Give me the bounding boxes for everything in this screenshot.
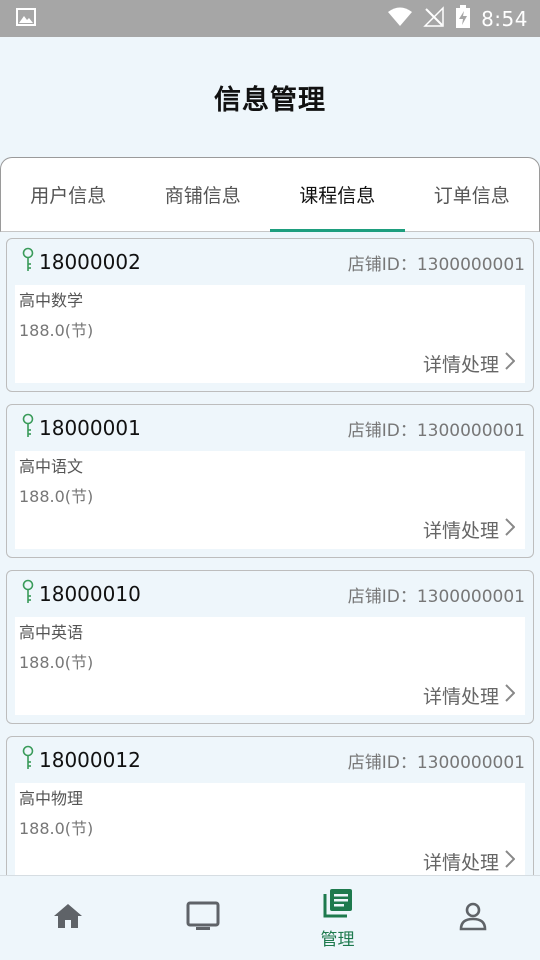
shop-id: 店铺ID：1300000001 xyxy=(347,420,525,441)
course-id: 18000002 xyxy=(39,250,141,274)
nav-label-manage: 管理 xyxy=(320,929,355,950)
page-header: 信息管理 xyxy=(0,37,540,157)
shop-id: 店铺ID：1300000001 xyxy=(347,254,525,275)
chevron-right-icon xyxy=(505,684,516,707)
tab-course-info[interactable]: 课程信息 xyxy=(270,158,405,232)
manage-icon xyxy=(322,887,354,923)
wifi-icon xyxy=(387,7,413,31)
detail-label: 详情处理 xyxy=(422,852,499,874)
bottom-nav: 管理 xyxy=(0,875,540,960)
tab-label: 商铺信息 xyxy=(164,185,241,207)
nav-home[interactable] xyxy=(0,876,135,960)
card-header: 18000012 店铺ID：1300000001 xyxy=(15,737,525,783)
person-icon xyxy=(458,901,488,935)
key-icon xyxy=(21,745,35,775)
course-card[interactable]: 18000012 店铺ID：1300000001 高中物理 188.0(节) 详… xyxy=(6,736,534,875)
nav-manage[interactable]: 管理 xyxy=(270,876,405,960)
shop-id: 店铺ID：1300000001 xyxy=(347,752,525,773)
nav-screen[interactable] xyxy=(135,876,270,960)
course-name: 高中英语 xyxy=(19,623,84,642)
course-name: 高中数学 xyxy=(19,291,84,310)
detail-label: 详情处理 xyxy=(422,686,499,708)
tab-user-info[interactable]: 用户信息 xyxy=(1,158,136,231)
status-bar: 8:54 xyxy=(0,0,540,37)
monitor-icon xyxy=(186,901,220,935)
key-icon xyxy=(21,413,35,443)
detail-label: 详情处理 xyxy=(422,520,499,542)
nav-profile[interactable] xyxy=(405,876,540,960)
tab-label: 用户信息 xyxy=(30,185,107,207)
tab-label: 课程信息 xyxy=(299,185,376,207)
chevron-right-icon xyxy=(505,518,516,541)
chevron-right-icon xyxy=(505,352,516,375)
course-price: 188.0(节) xyxy=(19,653,94,672)
tab-bar: 用户信息 商铺信息 课程信息 订单信息 xyxy=(0,157,540,232)
course-id: 18000010 xyxy=(39,582,141,606)
course-name: 高中物理 xyxy=(19,789,84,808)
card-header: 18000001 店铺ID：1300000001 xyxy=(15,405,525,451)
shop-id: 店铺ID：1300000001 xyxy=(347,586,525,607)
status-time: 8:54 xyxy=(481,6,528,31)
course-list[interactable]: 18000002 店铺ID：1300000001 高中数学 188.0(节) 详… xyxy=(0,232,540,875)
home-icon xyxy=(52,902,84,934)
detail-process-button[interactable]: 详情处理 xyxy=(422,848,516,875)
detail-label: 详情处理 xyxy=(422,354,499,376)
course-price: 188.0(节) xyxy=(19,487,94,506)
key-icon xyxy=(21,579,35,609)
chevron-right-icon xyxy=(505,850,516,873)
tab-label: 订单信息 xyxy=(433,185,510,207)
image-notification-icon xyxy=(16,7,36,30)
key-icon xyxy=(21,247,35,277)
detail-process-button[interactable]: 详情处理 xyxy=(422,682,516,709)
tab-order-info[interactable]: 订单信息 xyxy=(405,158,540,231)
course-price: 188.0(节) xyxy=(19,321,94,340)
course-id: 18000012 xyxy=(39,748,141,772)
course-id: 18000001 xyxy=(39,416,141,440)
tab-shop-info[interactable]: 商铺信息 xyxy=(136,158,271,231)
card-body: 高中语文 188.0(节) 详情处理 xyxy=(15,451,525,549)
no-signal-icon xyxy=(423,5,445,32)
card-header: 18000002 店铺ID：1300000001 xyxy=(15,239,525,285)
page-title: 信息管理 xyxy=(214,84,326,116)
detail-process-button[interactable]: 详情处理 xyxy=(422,516,516,543)
course-card[interactable]: 18000001 店铺ID：1300000001 高中语文 188.0(节) 详… xyxy=(6,404,534,558)
course-card[interactable]: 18000002 店铺ID：1300000001 高中数学 188.0(节) 详… xyxy=(6,238,534,392)
course-price: 188.0(节) xyxy=(19,819,94,838)
course-card[interactable]: 18000010 店铺ID：1300000001 高中英语 188.0(节) 详… xyxy=(6,570,534,724)
card-body: 高中物理 188.0(节) 详情处理 xyxy=(15,783,525,875)
battery-charging-icon xyxy=(455,4,471,33)
card-body: 高中英语 188.0(节) 详情处理 xyxy=(15,617,525,715)
card-header: 18000010 店铺ID：1300000001 xyxy=(15,571,525,617)
detail-process-button[interactable]: 详情处理 xyxy=(422,350,516,377)
card-body: 高中数学 188.0(节) 详情处理 xyxy=(15,285,525,383)
course-name: 高中语文 xyxy=(19,457,84,476)
